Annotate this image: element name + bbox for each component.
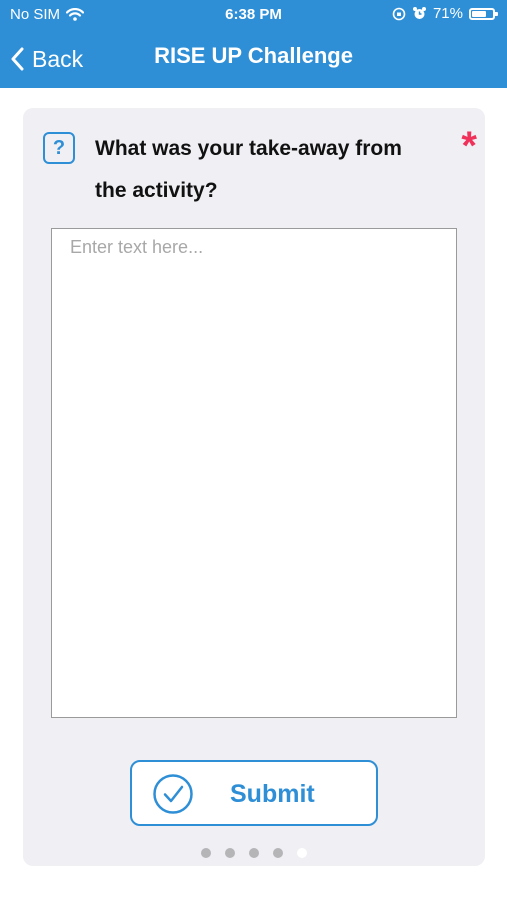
required-asterisk-icon: *	[461, 124, 477, 168]
page-dot[interactable]	[225, 848, 235, 858]
page-dot[interactable]	[273, 848, 283, 858]
page-dot[interactable]	[249, 848, 259, 858]
orientation-lock-icon	[392, 7, 406, 20]
back-label: Back	[32, 45, 84, 72]
question-card: ? What was your take-away from the activ…	[23, 108, 485, 866]
nav-bar: Back RISE UP Challenge	[0, 30, 507, 88]
alarm-icon	[412, 7, 426, 19]
status-right: 71%	[392, 5, 498, 22]
question-text: What was your take-away from the activit…	[95, 137, 402, 202]
submit-button[interactable]: Submit	[130, 760, 378, 826]
check-circle-icon	[153, 774, 193, 814]
page-dot[interactable]	[201, 848, 211, 858]
page-indicator	[23, 848, 485, 858]
status-bar: No SIM 6:38 PM 71%	[0, 0, 507, 30]
answer-textarea[interactable]	[51, 228, 457, 718]
help-icon[interactable]: ?	[43, 132, 75, 164]
chevron-left-icon	[11, 47, 24, 71]
submit-label: Submit	[230, 780, 315, 808]
page-dot[interactable]	[297, 848, 307, 858]
battery-icon	[469, 7, 498, 20]
battery-fill	[472, 10, 486, 17]
back-button[interactable]: Back	[10, 40, 83, 78]
battery-percent: 71%	[432, 5, 463, 22]
